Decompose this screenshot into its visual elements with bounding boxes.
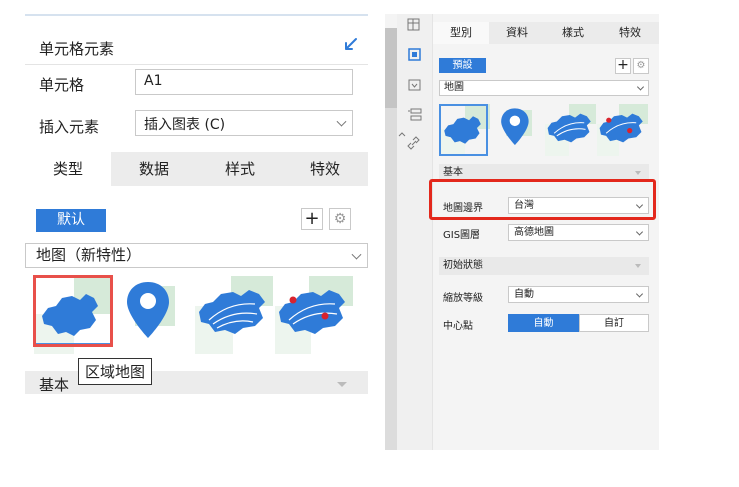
gear-icon[interactable]: ⚙ [329, 208, 351, 230]
tab-effect[interactable]: 特效 [601, 22, 659, 44]
selected-thumbnail-border [439, 104, 488, 156]
chevron-down-icon [635, 289, 644, 298]
caret-down-icon [635, 264, 641, 268]
insert-element-select[interactable]: 插入图表 (C) [135, 110, 353, 136]
cell-element-panel: 单元格元素 单元格 A1 插入元素 插入图表 (C) 类型 数据 样式 特效 默… [25, 14, 368, 394]
chevron-up-icon[interactable] [397, 128, 407, 142]
preset-button[interactable]: 預設 [439, 58, 486, 73]
scrollbar-thumb[interactable] [385, 28, 397, 108]
flow-map-thumbnail[interactable] [195, 276, 273, 354]
gis-layer-select[interactable]: 高德地圖 [508, 224, 649, 241]
highlight-box [429, 179, 656, 220]
map-pin-icon [501, 108, 529, 146]
flow-map-thumbnail[interactable] [545, 104, 596, 156]
preset-button[interactable]: 默认 [36, 209, 106, 232]
zoom-level-value: 自動 [514, 289, 534, 300]
marker-map-thumbnail[interactable] [275, 276, 353, 354]
highlight-box [33, 275, 113, 347]
add-button[interactable]: + [615, 58, 631, 74]
point-map-thumbnail[interactable] [492, 104, 543, 156]
side-rail [397, 14, 433, 450]
basic-section-header[interactable] [25, 371, 368, 394]
zoom-level-select[interactable]: 自動 [508, 286, 649, 303]
tab-data[interactable]: 資料 [489, 22, 545, 44]
tab-style[interactable]: 样式 [197, 152, 283, 186]
tooltip: 区域地图 [78, 358, 153, 385]
tab-effect[interactable]: 特效 [282, 152, 368, 186]
chart-type-select[interactable]: 地图（新特性） [25, 243, 368, 268]
cell-input[interactable]: A1 [135, 69, 353, 95]
center-auto-option[interactable]: 自動 [508, 314, 579, 332]
chevron-down-icon [351, 249, 362, 260]
insert-element-label: 插入元素 [39, 118, 100, 136]
tab-type[interactable]: 型別 [433, 22, 489, 44]
panel-top-border [25, 14, 368, 16]
map-pin-icon [127, 282, 169, 338]
chart-settings-panel: 型別 資料 樣式 特效 預設 + ⚙ 地圖 基本 地圖邊界 台灣 GIS圖層 高… [385, 14, 659, 450]
chart-type-value: 地圖 [444, 82, 464, 93]
gear-icon[interactable]: ⚙ [633, 58, 649, 74]
chart-properties-icon[interactable] [407, 48, 423, 62]
china-marker-map-icon [599, 113, 643, 143]
divider [25, 64, 368, 65]
basic-section-label: 基本 [443, 167, 463, 178]
china-flow-map-icon [199, 290, 265, 334]
tab-data[interactable]: 数据 [111, 152, 197, 186]
collapse-arrow-icon[interactable] [341, 36, 359, 54]
cell-label: 单元格 [39, 76, 85, 94]
china-flow-map-icon [547, 113, 591, 143]
marker-map-thumbnail[interactable] [597, 104, 648, 156]
tab-bar: 类型 数据 样式 特效 [25, 152, 368, 186]
initial-state-section-label: 初始狀態 [443, 260, 483, 271]
chart-type-value: 地图（新特性） [36, 246, 142, 264]
chevron-down-icon [336, 116, 347, 127]
gis-layer-value: 高德地圖 [514, 227, 554, 238]
cell-properties-icon[interactable] [407, 18, 423, 32]
point-map-thumbnail[interactable] [113, 276, 191, 354]
chart-type-select[interactable]: 地圖 [439, 80, 649, 96]
panel-title: 单元格元素 [39, 40, 115, 58]
list-icon[interactable] [407, 108, 423, 122]
center-custom-option[interactable]: 自訂 [579, 314, 649, 332]
tab-style[interactable]: 樣式 [545, 22, 601, 44]
chevron-down-icon [635, 227, 644, 236]
basic-section-label: 基本 [39, 376, 70, 394]
zoom-level-label: 縮放等級 [443, 293, 483, 304]
gis-layer-label: GIS圖層 [443, 230, 481, 241]
chevron-down-icon [636, 83, 645, 91]
widget-icon[interactable] [407, 78, 423, 92]
caret-down-icon [635, 171, 641, 175]
tab-type[interactable]: 类型 [25, 152, 111, 186]
tab-bar: 型別 資料 樣式 特效 [433, 22, 659, 44]
link-icon[interactable] [407, 136, 423, 150]
center-point-label: 中心點 [443, 321, 473, 332]
insert-element-value: 插入图表 (C) [144, 117, 226, 133]
add-button[interactable]: + [301, 208, 323, 230]
china-marker-map-icon [279, 290, 345, 334]
initial-state-section-header[interactable]: 初始狀態 [439, 257, 649, 275]
caret-down-icon [337, 382, 347, 387]
